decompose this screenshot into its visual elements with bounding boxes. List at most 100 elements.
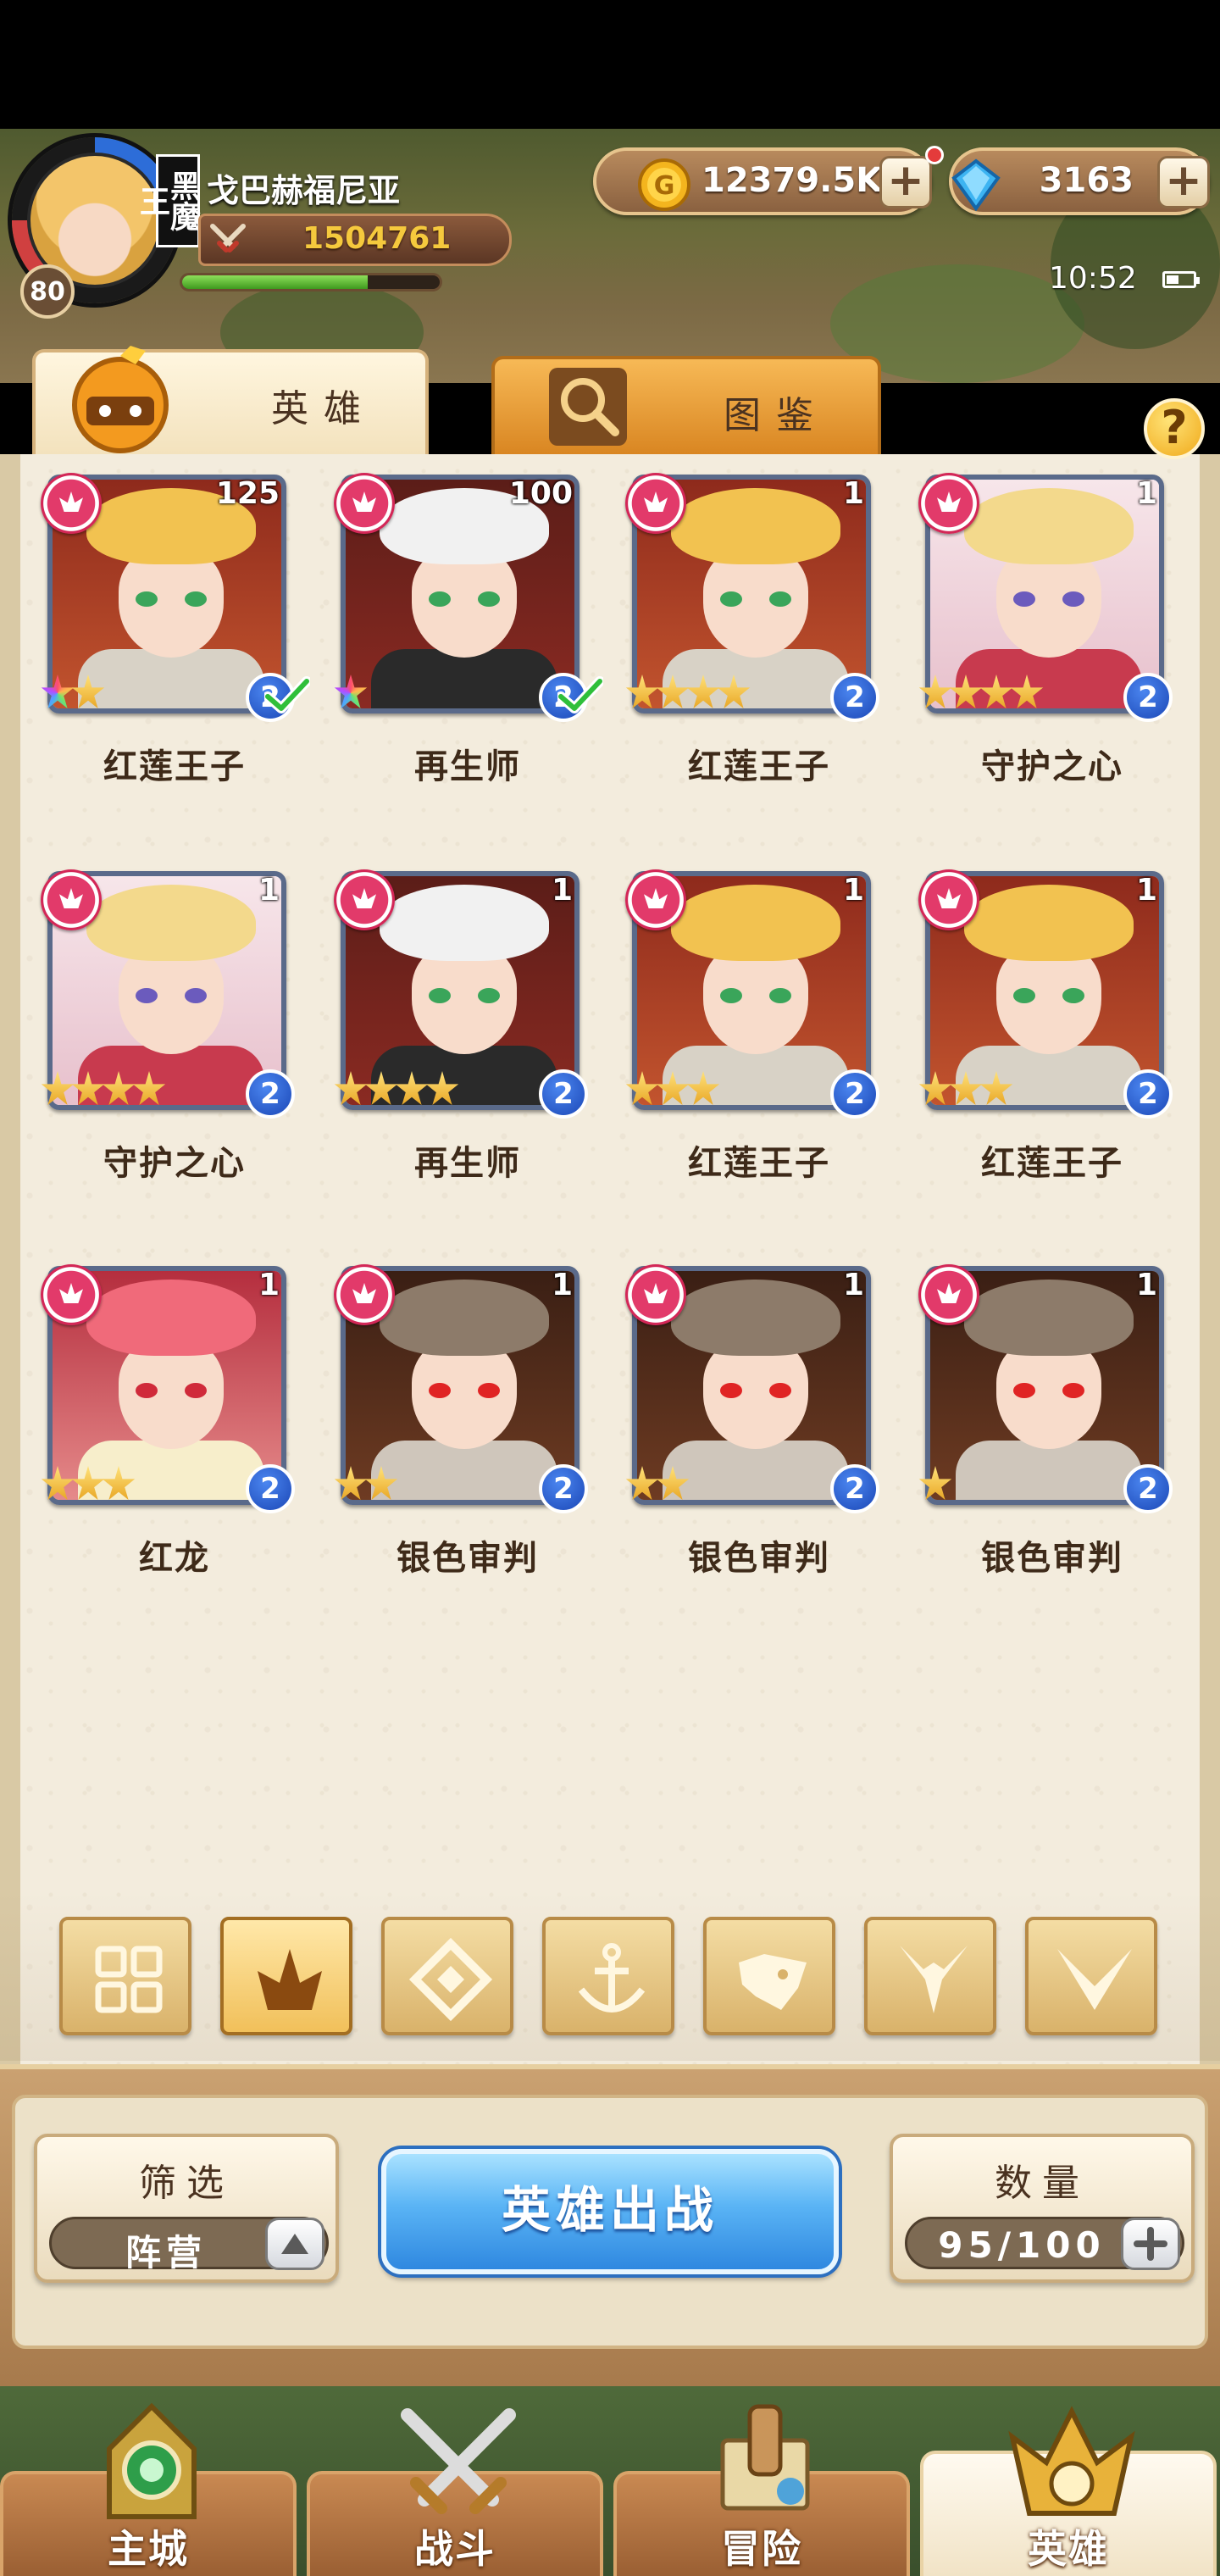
portrait-hair [380,1280,549,1356]
fire-faction-icon [918,869,979,930]
filter-button[interactable] [703,1917,835,2035]
hero-level: 1 [842,873,864,908]
hero-name: 红龙 [139,1539,210,1578]
star-icon [102,1071,136,1106]
tab-heroes-label: 英雄 [271,387,376,430]
hero-card[interactable]: 1 2 银色审判 [330,1264,588,1578]
hero-card[interactable]: 1 2 银色审判 [915,1264,1173,1578]
checkmark-icon [557,676,603,713]
battery-icon [1162,271,1200,288]
hero-card[interactable]: 1 2 红莲王子 [622,473,879,786]
portrait-body [78,649,264,708]
exp-bar [180,273,442,291]
portrait-hair [964,488,1134,564]
avatar-tag: 黑魔王 [135,154,200,247]
tab-heroes[interactable]: 英雄 [32,346,429,454]
hero-name: 守护之心 [103,1144,246,1183]
hero-card[interactable]: 1 2 再生师 [330,869,588,1183]
portrait-eye [136,591,158,607]
hero-card[interactable]: 100 2 再生师 [330,473,603,786]
star-icon [979,1071,1013,1106]
hero-stars [334,675,368,719]
portrait-eye [136,988,158,1003]
hero-count: 95/100 [905,2217,1184,2270]
portrait-eye [478,591,500,607]
clock: 10:52 [1049,261,1137,296]
hero-class-badge: 2 [246,1464,295,1513]
bottom-nav: 主城 战斗 冒险 英雄 [0,2386,1220,2576]
filter-button[interactable] [381,1917,513,2035]
crossed-swords-icon [401,2408,516,2514]
portrait-eye [1062,591,1084,607]
hero-card[interactable]: 1 2 红龙 [37,1264,295,1578]
expand-capacity-button[interactable] [1121,2218,1180,2270]
star-icon [71,1071,105,1106]
crossed-swords-icon [210,224,246,253]
star-icon [625,675,659,709]
fire-faction-icon [625,473,686,534]
portrait-eye [1013,591,1035,607]
hero-card[interactable]: 1 2 红莲王子 [915,869,1173,1183]
beast-head-icon [739,1954,807,2010]
filter-button[interactable] [220,1917,352,2035]
hero-name: 再生师 [414,747,521,786]
hero-name: 红莲王子 [981,1144,1123,1183]
status-bar [0,0,1220,129]
help-button[interactable]: ? [1144,398,1205,459]
filter-toggle-button[interactable] [265,2218,324,2270]
hero-stars [918,675,1044,719]
hero-card[interactable]: 1 2 守护之心 [915,473,1173,786]
hero-name: 银色审判 [981,1539,1123,1578]
hero-class-badge: 2 [539,1069,588,1119]
demon-horn-icon [900,1946,968,2013]
filter-button[interactable] [542,1917,674,2035]
portrait-eye [1013,988,1035,1003]
portrait-eye [720,988,742,1003]
portrait-eye [720,591,742,607]
portrait-eye [429,988,451,1003]
hero-card[interactable]: 1 2 银色审判 [622,1264,879,1578]
hero-card[interactable]: 1 2 红莲王子 [622,869,879,1183]
star-icon [41,675,75,709]
hero-stars [625,675,751,719]
filter-button[interactable] [864,1917,996,2035]
deploy-heroes-button[interactable]: 英雄出战 [381,2149,839,2274]
portrait-hair [380,885,549,961]
add-gems-button[interactable]: + [1157,156,1210,208]
filter-value: 阵营 [125,2232,207,2273]
fire-faction-icon [334,1264,395,1325]
star-icon [334,675,368,709]
hero-class-badge: 2 [246,1069,295,1119]
hero-card[interactable]: 125 2 红莲王子 [37,473,310,786]
panel-edge-right [1200,454,1220,2064]
anchor-icon [578,1943,646,2012]
add-coins-button[interactable]: + [879,156,932,208]
hero-stars [918,1466,952,1510]
nav-tab-battle[interactable]: 战斗 [307,2408,603,2576]
earth-faction-icon [408,1937,493,2022]
hero-stars [334,1466,398,1510]
hero-level: 1 [551,1268,573,1302]
castle-icon [107,2402,197,2519]
filter-button[interactable] [1025,1917,1157,2035]
hero-crest-icon [1008,2406,1135,2516]
portrait-eye [185,1383,207,1398]
nav-tab-main-city[interactable]: 主城 [0,2402,297,2576]
nav-tab-heroes[interactable]: 英雄 [920,2406,1217,2576]
filter-button[interactable] [59,1917,191,2035]
filter-select[interactable]: 阵营 [49,2217,329,2273]
hero-card[interactable]: 1 2 守护之心 [37,869,295,1183]
hero-level: 1 [842,476,864,511]
hero-stars [625,1466,690,1510]
portrait-eye [185,591,207,607]
tab-atlas[interactable]: 图鉴 [491,356,881,454]
fire-faction-icon [334,473,395,534]
portrait-eye [478,1383,500,1398]
portrait-hair [86,1280,256,1356]
portrait-eye [185,988,207,1003]
star-icon [364,1071,398,1106]
chevron-up-icon [281,2234,308,2254]
nav-tab-adventure[interactable]: 冒险 [613,2404,910,2576]
hero-class-badge: 2 [830,1069,879,1119]
combat-power-value: 1504761 [302,221,452,256]
